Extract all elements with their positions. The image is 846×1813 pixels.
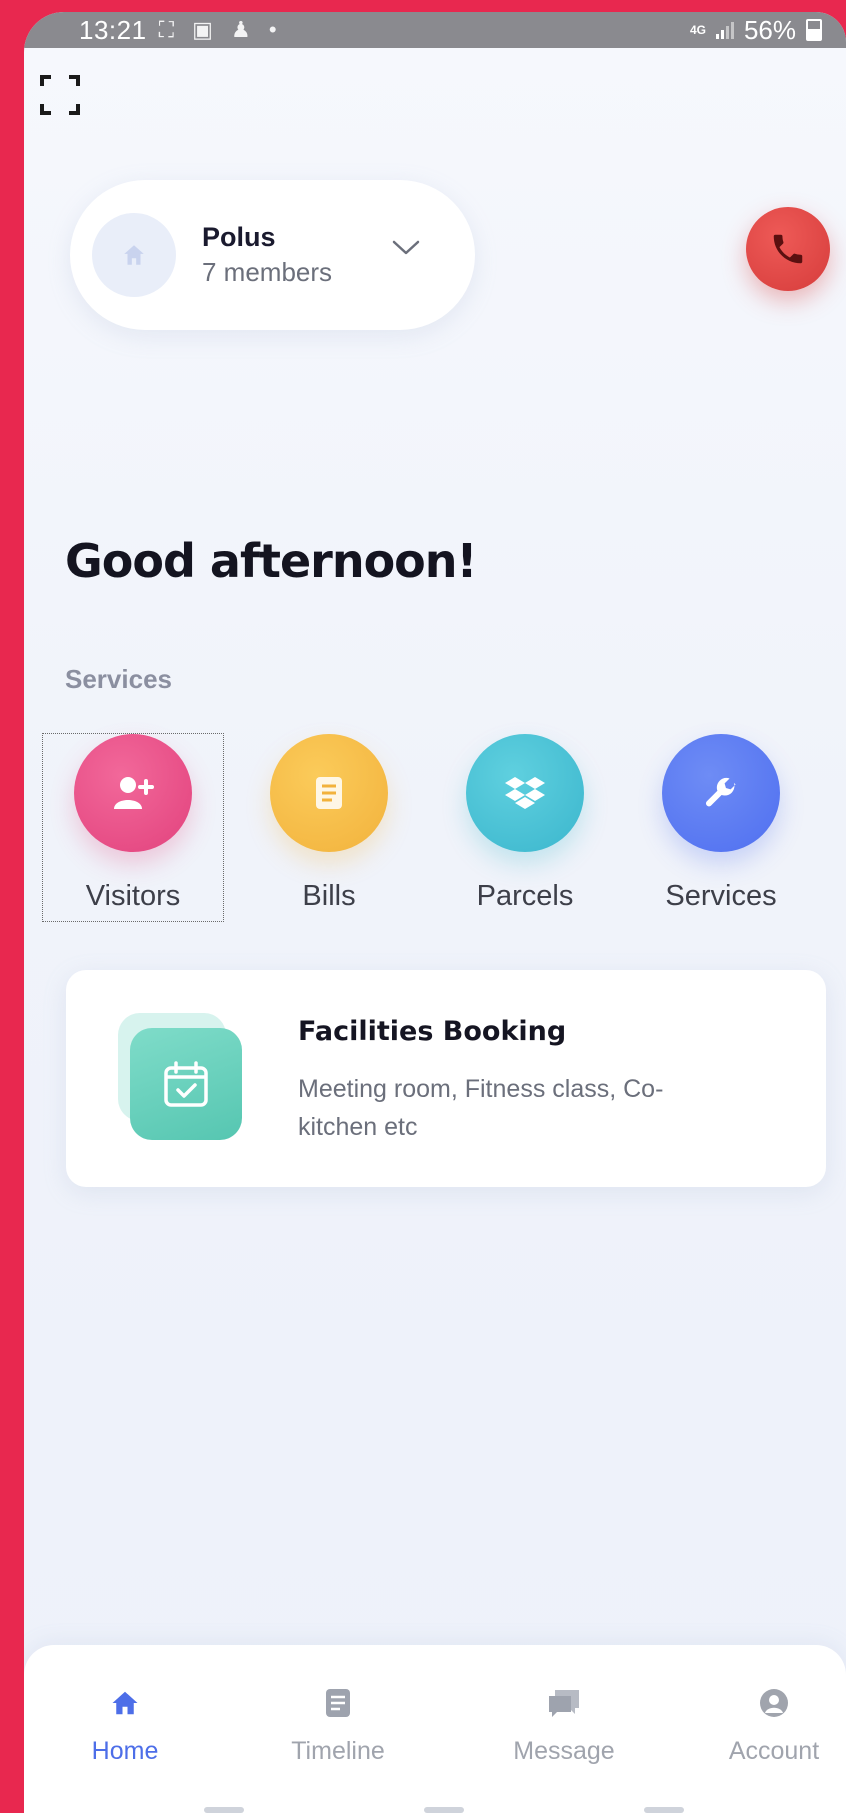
service-services[interactable]: Services (631, 734, 811, 913)
signal-icon (715, 21, 734, 39)
wrench-icon (662, 734, 780, 852)
box-icon (466, 734, 584, 852)
service-visitors[interactable]: Visitors (42, 733, 224, 922)
service-label: Services (665, 880, 777, 912)
battery-icon (806, 19, 822, 41)
tab-message[interactable]: Message (474, 1683, 654, 1766)
tab-label: Home (91, 1737, 159, 1765)
tab-label: Account (728, 1737, 820, 1765)
services-section-label: Services (65, 664, 172, 694)
calendar-check-icon (130, 1028, 242, 1140)
tab-label: Message (513, 1737, 615, 1765)
timeline-icon (248, 1683, 428, 1723)
home-icon (35, 1683, 215, 1723)
chevron-down-icon (392, 240, 420, 261)
call-button[interactable] (746, 207, 830, 291)
tab-home[interactable]: Home (35, 1683, 215, 1766)
community-selector[interactable]: Polus 7 members (70, 180, 475, 330)
nav-recents-hint (204, 1807, 244, 1813)
tab-timeline[interactable]: Timeline (248, 1683, 428, 1766)
facilities-description: Meeting room, Fitness class, Co-kitchen … (298, 1075, 664, 1141)
bottom-tab-bar: Home Timeline Message Account (24, 1645, 846, 1813)
service-label: Parcels (476, 880, 574, 912)
community-members: 7 members (202, 257, 333, 287)
app-screen: 13:21 ⛶ ▣ ♟ • 4G 56% Polus 7 members Goo… (24, 12, 846, 1813)
account-icon (684, 1683, 846, 1723)
status-time: 13:21 (79, 14, 147, 45)
tab-account[interactable]: Account (684, 1683, 846, 1766)
facilities-booking-card[interactable]: Facilities Booking Meeting room, Fitness… (66, 970, 826, 1187)
service-label: Bills (302, 880, 356, 912)
battery-percent: 56% (743, 14, 796, 45)
facilities-title: Facilities Booking (298, 1016, 567, 1047)
nav-back-hint (644, 1807, 684, 1813)
notification-icons: ⛶ ▣ ♟ • (158, 17, 283, 42)
network-type: 4G (689, 23, 706, 37)
message-icon (474, 1683, 654, 1723)
add-user-icon (74, 734, 192, 852)
phone-icon (773, 234, 803, 264)
document-icon (270, 734, 388, 852)
nav-home-hint (424, 1807, 464, 1813)
status-bar: 13:21 ⛶ ▣ ♟ • 4G 56% (24, 12, 846, 48)
home-avatar-icon (92, 213, 176, 297)
community-name: Polus (202, 222, 276, 252)
fullscreen-icon[interactable] (40, 75, 80, 115)
tab-label: Timeline (291, 1737, 385, 1765)
service-label: Visitors (85, 880, 181, 912)
greeting-heading: Good afternoon! (65, 534, 478, 588)
service-bills[interactable]: Bills (239, 734, 419, 913)
service-parcels[interactable]: Parcels (435, 734, 615, 913)
